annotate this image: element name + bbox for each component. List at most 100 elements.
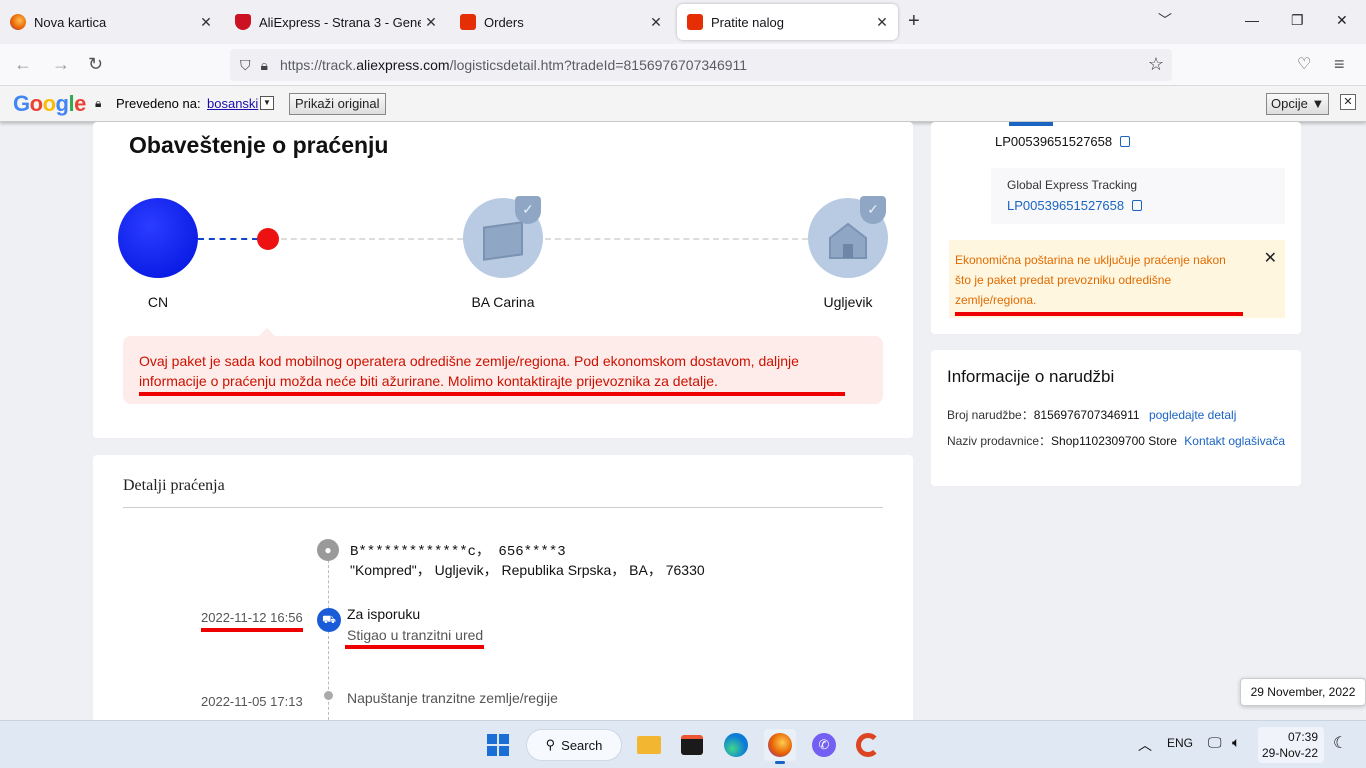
window-close-button[interactable]: ✕ xyxy=(1336,12,1348,29)
progress-line-pending xyxy=(545,238,808,240)
origin-node xyxy=(118,198,198,278)
tracking-number: LP00539651527658 xyxy=(995,134,1131,149)
google-logo: Google xyxy=(13,91,86,116)
tracking-number-card: LP00539651527658 Global Express Tracking… xyxy=(931,122,1301,334)
store-icon[interactable] xyxy=(676,729,708,761)
language-indicator[interactable]: ENG xyxy=(1167,736,1193,750)
alert-message: Ovaj paket je sada kod mobilnog operater… xyxy=(139,353,799,389)
show-original-button[interactable]: Prikaži original xyxy=(289,93,386,115)
store-row: Naziv prodavnice：Shop1102309700 Store Ko… xyxy=(947,434,1286,448)
tab-pratite-nalog[interactable]: Pratite nalog ✕ xyxy=(677,4,898,40)
firefox-icon xyxy=(10,14,26,30)
bookmark-star-icon[interactable]: ☆ xyxy=(1148,54,1164,75)
system-clock[interactable]: 07:39 29-Nov-22 xyxy=(1258,727,1324,763)
tab-label: AliExpress - Strana 3 - Generalno xyxy=(259,14,421,30)
date-tooltip: 29 November, 2022 xyxy=(1240,678,1366,706)
page-title: Obaveštenje o praćenju xyxy=(129,132,389,158)
menu-icon[interactable]: ≡ xyxy=(1334,54,1345,75)
progress-line-pending xyxy=(281,238,463,240)
progress-line-done xyxy=(198,238,258,240)
navigation-bar: ← → ↻ ⛉ 🔒︎ https://track.aliexpress.com/… xyxy=(0,44,1366,86)
tab-label: Pratite nalog xyxy=(711,14,784,30)
windows-start-button[interactable] xyxy=(482,729,514,761)
order-number-row: Broj narudžbe：8156976707346911 pogledajt… xyxy=(947,408,1237,422)
lock-icon: 🔒︎ xyxy=(95,96,102,110)
options-button[interactable]: Opcije ▼ xyxy=(1266,93,1330,115)
global-tracking-link[interactable]: LP00539651527658 xyxy=(1007,198,1143,213)
back-button[interactable]: ← xyxy=(14,54,32,75)
address-name: B*************c， 656****3 xyxy=(350,544,566,560)
chevron-down-icon[interactable]: ﹀ xyxy=(1158,10,1172,30)
chevron-up-icon[interactable]: ︿ xyxy=(1138,735,1152,755)
view-details-link[interactable]: pogledajte detalj xyxy=(1149,408,1236,422)
close-icon[interactable]: ✕ xyxy=(1340,94,1356,110)
firefox-taskbar-icon[interactable] xyxy=(764,729,796,764)
destination-node: ✓ xyxy=(808,196,888,278)
node-label-cn: CN xyxy=(147,294,169,310)
clock-time: 07:39 xyxy=(1287,730,1318,744)
reload-button[interactable]: ↻ xyxy=(88,54,103,75)
tab-aliexpress[interactable]: AliExpress - Strana 3 - Generalno ✕ xyxy=(225,4,447,40)
current-position-dot xyxy=(257,228,279,250)
volume-icon[interactable]: 🔈︎ xyxy=(1232,734,1240,751)
annotation-underline xyxy=(345,645,484,649)
close-icon[interactable]: ✕ xyxy=(196,14,216,31)
language-dropdown-icon[interactable]: ▼ xyxy=(260,96,274,110)
event-date: 2022-11-05 17:13 xyxy=(201,694,303,709)
section-title: Informacije o narudžbi xyxy=(947,367,1115,386)
pocket-icon[interactable]: ♡ xyxy=(1297,54,1311,74)
order-number: 8156976707346911 xyxy=(1033,408,1140,422)
copy-icon[interactable] xyxy=(1132,200,1143,211)
taskbar-search[interactable]: ⚲ Search xyxy=(526,729,622,761)
timeline-line xyxy=(328,550,329,730)
language-link[interactable]: bosanski xyxy=(207,96,258,111)
taskbar: ⚲ Search ✆ ︿ ENG 🖵︎ 🔈︎ 07:39 29-Nov-22 ☾ xyxy=(0,720,1366,768)
check-shield-icon: ✓ xyxy=(515,196,541,224)
node-label-destination: Ugljevik xyxy=(823,294,873,310)
tab-nova-kartica[interactable]: Nova kartica ✕ xyxy=(0,4,222,40)
event-date: 2022-11-12 16:56 xyxy=(201,610,303,625)
tracking-shield-icon[interactable]: ⛉ xyxy=(240,57,251,74)
moon-icon[interactable]: ☾ xyxy=(1333,733,1347,753)
ccleaner-icon[interactable] xyxy=(852,729,884,761)
contact-seller-link[interactable]: Kontakt oglašivača xyxy=(1184,434,1285,448)
file-explorer-icon[interactable] xyxy=(633,729,665,761)
forward-button[interactable]: → xyxy=(52,54,70,75)
location-pin-icon: ● xyxy=(317,539,339,561)
house-icon xyxy=(829,222,867,259)
address-line: "Kompred"， Ugljevik， Republika Srpska， B… xyxy=(350,562,705,578)
close-icon[interactable]: ✕ xyxy=(421,14,441,31)
address-bar[interactable]: ⛉ 🔒︎ https://track.aliexpress.com/logist… xyxy=(230,49,1172,81)
copy-icon[interactable] xyxy=(1120,136,1131,147)
node-label-customs: BA Carina xyxy=(471,294,535,310)
tab-label: Nova kartica xyxy=(34,14,107,30)
postage-alert: Ekonomična poštarina ne uključuje praćen… xyxy=(949,240,1285,318)
shield-icon xyxy=(235,14,251,30)
event-description: Stigao u tranzitni ured xyxy=(347,627,484,643)
tab-orders[interactable]: Orders ✕ xyxy=(450,4,672,40)
lock-icon[interactable]: 🔒︎ xyxy=(261,57,268,74)
check-shield-icon: ✓ xyxy=(860,196,886,224)
translated-to-label: Prevedeno na: xyxy=(116,96,201,111)
translate-bar: Google 🔒︎ Prevedeno na: bosanski ▼ Prika… xyxy=(0,86,1366,122)
annotation-underline xyxy=(201,628,303,632)
url-text[interactable]: https://track.aliexpress.com/logisticsde… xyxy=(280,57,747,73)
event-description: Napuštanje tranzitne zemlje/regije xyxy=(347,690,558,706)
store-name: Shop1102309700 Store xyxy=(1051,434,1177,448)
new-tab-button[interactable]: + xyxy=(908,10,920,33)
global-tracking-box: Global Express Tracking LP00539651527658 xyxy=(991,168,1285,224)
event-status: Za isporuku xyxy=(347,606,421,622)
annotation-underline xyxy=(955,312,1243,316)
close-icon[interactable]: ✕ xyxy=(872,14,892,31)
close-icon[interactable]: ✕ xyxy=(646,14,666,31)
tab-label: Orders xyxy=(484,14,524,30)
tracking-notice-card: Obaveštenje o praćenju ✓ ✓ CN BA Carina … xyxy=(93,122,913,438)
edge-icon[interactable] xyxy=(720,729,752,761)
close-icon[interactable]: ✕ xyxy=(1264,248,1277,268)
network-icon[interactable]: 🖵︎ xyxy=(1208,734,1222,751)
viber-icon[interactable]: ✆ xyxy=(808,729,840,761)
aliexpress-icon xyxy=(460,14,476,30)
browser-tab-bar: Nova kartica ✕ AliExpress - Strana 3 - G… xyxy=(0,0,1366,44)
restore-button[interactable]: ❐ xyxy=(1291,12,1304,29)
minimize-button[interactable]: — xyxy=(1245,12,1259,28)
